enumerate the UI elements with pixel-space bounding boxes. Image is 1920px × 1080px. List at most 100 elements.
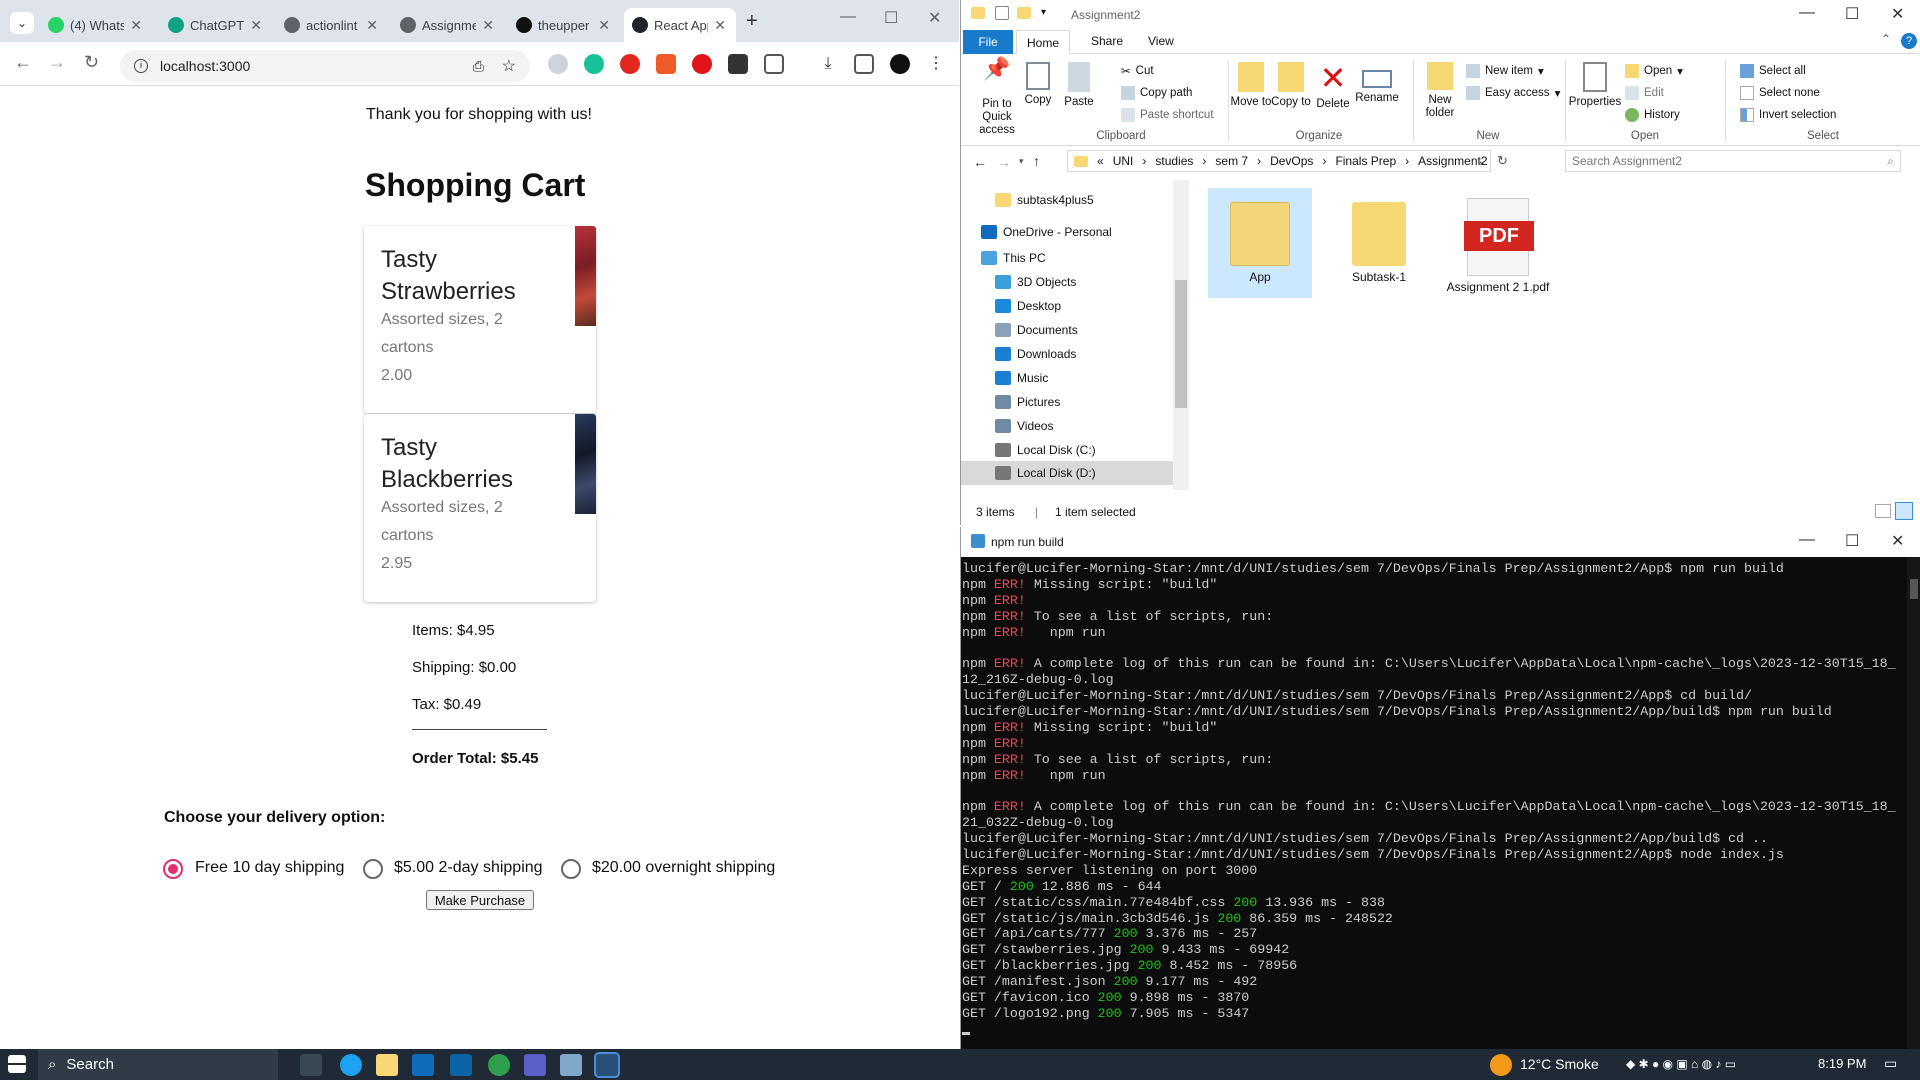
globe-extension-icon[interactable]	[548, 54, 568, 74]
minimize-button[interactable]: —	[1799, 531, 1815, 549]
crumb-studies[interactable]: studies	[1155, 154, 1193, 168]
tab-file[interactable]: File	[963, 30, 1013, 54]
new-item-button[interactable]: New item ▾	[1466, 64, 1544, 78]
breadcrumb[interactable]: « UNI › studies › sem 7 › DevOps › Finals Pr…	[1067, 150, 1491, 172]
tab-3[interactable]: Assignment ✕	[392, 8, 504, 42]
make-purchase-button[interactable]: Make Purchase	[426, 890, 534, 910]
file-explorer-taskbar-icon[interactable]	[376, 1054, 398, 1076]
open-button[interactable]: Open ▾	[1625, 64, 1683, 78]
rename-button[interactable]: Rename	[1353, 62, 1401, 105]
copy-button[interactable]: Copy	[1015, 62, 1061, 107]
honey-extension-icon[interactable]	[656, 54, 676, 74]
nav-item-desktop[interactable]: Desktop	[995, 299, 1061, 313]
file-item-app[interactable]: App	[1208, 188, 1312, 298]
maximize-button[interactable]: ☐	[1845, 4, 1859, 24]
customize-toolbar-icon[interactable]: ▾	[1041, 7, 1046, 18]
nav-item-3d-objects[interactable]: 3D Objects	[995, 275, 1076, 289]
download-icon[interactable]: ⤓	[818, 54, 838, 74]
crumb-sem7[interactable]: sem 7	[1215, 154, 1248, 168]
nav-item-documents[interactable]: Documents	[995, 323, 1078, 337]
adblock-extension-icon[interactable]	[620, 54, 640, 74]
terminal-taskbar-icon[interactable]	[594, 1052, 620, 1078]
ninja-extension-icon[interactable]	[728, 54, 748, 74]
refresh-icon[interactable]: ↻	[1497, 153, 1508, 169]
bookmark-star-icon[interactable]: ☆	[502, 56, 516, 76]
mail-icon[interactable]	[450, 1054, 472, 1076]
new-folder-quick-icon[interactable]	[1017, 7, 1031, 19]
copy-to-button[interactable]: Copy to	[1269, 62, 1313, 109]
scrollbar-thumb[interactable]	[1910, 579, 1918, 599]
tab-close-icon[interactable]: ✕	[130, 17, 142, 34]
file-item-pdf[interactable]: PDF Assignment 2 1.pdf	[1446, 188, 1550, 314]
new-folder-button[interactable]: New folder	[1413, 62, 1467, 120]
tab-view[interactable]: View	[1148, 34, 1174, 48]
tab-close-icon[interactable]: ✕	[714, 17, 726, 34]
back-button[interactable]: ←	[14, 52, 32, 73]
nav-item-downloads[interactable]: Downloads	[995, 347, 1076, 361]
close-button[interactable]: ✕	[1891, 4, 1904, 24]
tab-close-icon[interactable]: ✕	[598, 17, 610, 34]
details-view-icon[interactable]	[1875, 504, 1891, 518]
two-day-shipping-radio[interactable]	[363, 859, 383, 879]
collapse-ribbon-icon[interactable]: ⌃	[1881, 32, 1891, 46]
properties-quick-icon[interactable]	[995, 6, 1009, 20]
copy-path-button[interactable]: Copy path	[1121, 86, 1192, 100]
maximize-button[interactable]: ☐	[884, 8, 898, 28]
overnight-shipping-radio[interactable]	[561, 859, 581, 879]
minimize-button[interactable]: —	[840, 8, 856, 26]
crumb-uni[interactable]: UNI	[1113, 154, 1134, 168]
edit-button[interactable]: Edit	[1625, 86, 1664, 100]
tab-search-button[interactable]: ⌄	[10, 12, 34, 34]
opera-extension-icon[interactable]	[692, 54, 712, 74]
free-shipping-label[interactable]: Free 10 day shipping	[195, 859, 344, 877]
maximize-button[interactable]: ☐	[1845, 531, 1859, 551]
nav-item-onedrive-personal[interactable]: OneDrive - Personal	[981, 225, 1112, 239]
history-button[interactable]: History	[1625, 108, 1680, 122]
nav-scrollbar[interactable]	[1173, 180, 1189, 490]
tab-home[interactable]: Home	[1016, 30, 1070, 55]
tab-1[interactable]: ChatGPT ✕	[160, 8, 272, 42]
side-panel-icon[interactable]	[854, 54, 874, 74]
extensions-puzzle-icon[interactable]	[764, 54, 784, 74]
overnight-shipping-label[interactable]: $20.00 overnight shipping	[592, 859, 775, 877]
search-input[interactable]: Search Assignment2 ⌕	[1565, 150, 1901, 172]
tab-4[interactable]: theupper ✕	[508, 8, 620, 42]
nav-item-local-disk-d[interactable]: Local Disk (D:)	[961, 461, 1173, 485]
scrollbar-thumb[interactable]	[1175, 280, 1187, 408]
up-button[interactable]: ↑	[1033, 153, 1040, 169]
forward-button[interactable]: →	[48, 52, 66, 73]
taskbar-search-box[interactable]: ⌕ Search	[38, 1049, 278, 1080]
terminal-output[interactable]: lucifer@Lucifer-Morning-Star:/mnt/d/UNI/…	[961, 557, 1907, 1049]
paste-shortcut-button[interactable]: Paste shortcut	[1121, 108, 1214, 122]
nav-item-music[interactable]: Music	[995, 371, 1048, 385]
store-icon[interactable]	[412, 1054, 434, 1076]
delete-button[interactable]: ✕ Delete	[1311, 62, 1355, 111]
tab-close-icon[interactable]: ✕	[250, 17, 262, 34]
forward-button[interactable]: →	[997, 154, 1011, 170]
nav-item-pictures[interactable]: Pictures	[995, 395, 1060, 409]
weather-text[interactable]: 12°C Smoke	[1520, 1056, 1599, 1072]
back-button[interactable]: ←	[973, 154, 987, 170]
grammarly-extension-icon[interactable]	[584, 54, 604, 74]
new-tab-button[interactable]: +	[746, 10, 758, 33]
help-icon[interactable]: ?	[1901, 33, 1917, 49]
chrome-taskbar-icon[interactable]	[488, 1054, 510, 1076]
nav-item-videos[interactable]: Videos	[995, 419, 1053, 433]
task-view-icon[interactable]	[300, 1054, 322, 1076]
free-shipping-radio[interactable]	[163, 859, 183, 879]
large-icons-view-icon[interactable]	[1895, 502, 1913, 520]
tab-close-icon[interactable]: ✕	[482, 17, 494, 34]
cut-button[interactable]: ✂ Cut	[1121, 64, 1154, 78]
tab-close-icon[interactable]: ✕	[366, 17, 378, 34]
start-windows-icon[interactable]	[8, 1055, 26, 1073]
address-bar[interactable]: i localhost:3000 ⎙ ☆	[120, 50, 530, 82]
browser-menu-icon[interactable]: ⋮	[926, 54, 946, 74]
profile-avatar[interactable]	[890, 54, 910, 74]
close-button[interactable]: ✕	[1891, 531, 1904, 551]
nav-item-local-disk-c[interactable]: Local Disk (C:)	[995, 443, 1096, 457]
nav-item-this-pc[interactable]: This PC	[981, 251, 1046, 265]
install-icon[interactable]: ⎙	[473, 58, 484, 75]
tab-share[interactable]: Share	[1091, 34, 1123, 48]
edge-icon[interactable]	[340, 1054, 362, 1076]
close-button[interactable]: ✕	[928, 8, 941, 28]
